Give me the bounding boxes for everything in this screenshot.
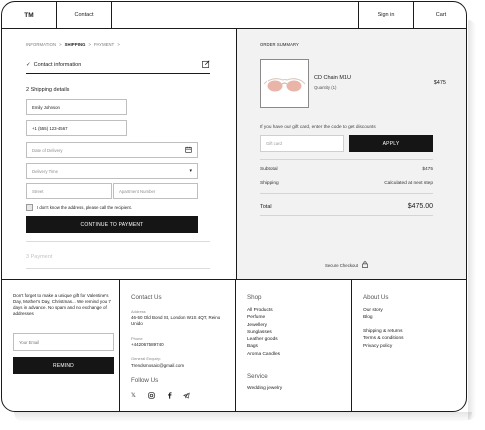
cart-link[interactable]: Cart xyxy=(413,2,466,28)
contact-info-label: Contact information xyxy=(33,62,82,68)
step-divider xyxy=(26,268,210,269)
phone-label: Phone xyxy=(131,336,143,341)
newsletter-text: Don't forget to make a unique gift for V… xyxy=(13,293,111,317)
service-title: Service xyxy=(247,373,268,380)
checkout-form: INFORMATION > SHIPPING > PAYMENT > ✓ Con… xyxy=(2,29,236,279)
shop-link-jewellery[interactable]: Jewellery xyxy=(247,323,280,330)
subtotal-row: Subtotal $475 xyxy=(260,167,433,172)
order-summary-title: ORDER SUMMARY xyxy=(260,42,299,47)
contact-title: Contact Us xyxy=(131,294,162,301)
shipping-details-title: 2 Shipping details xyxy=(26,87,70,93)
apartment-field[interactable]: Apartment Number xyxy=(113,183,198,199)
summary-divider xyxy=(260,215,433,216)
secure-checkout: Secure Checkout xyxy=(325,261,368,269)
shop-list: All Products Perfume Jewellery Sunglasse… xyxy=(247,308,280,359)
caret-down-icon: ▾ xyxy=(189,168,192,174)
gift-card-input[interactable]: Gift card xyxy=(260,135,344,152)
sign-in-link[interactable]: Sign in xyxy=(358,2,413,28)
follow-title: Follow Us xyxy=(131,377,159,384)
service-list: Wedding jewelry xyxy=(247,386,282,393)
product-price: $475 xyxy=(433,80,446,86)
shipping-row: Shipping Calculated at next step xyxy=(260,181,433,186)
about-title: About Us xyxy=(363,294,389,301)
x-icon[interactable]: 𝕏 xyxy=(131,392,136,399)
enquiry-email[interactable]: Trendsmosaic@gmail.com xyxy=(131,363,184,368)
instagram-icon[interactable] xyxy=(148,392,155,401)
summary-divider xyxy=(260,193,433,194)
header-spacer xyxy=(112,2,358,28)
logo[interactable]: TM xyxy=(2,2,57,28)
delivery-time-placeholder: Delivery Time xyxy=(32,168,59,174)
phone-field[interactable]: +1 (555) 123-4567 xyxy=(26,120,127,136)
shop-link-aroma-candles[interactable]: Aroma Candles xyxy=(247,352,280,359)
breadcrumb: INFORMATION > SHIPPING > PAYMENT > xyxy=(26,42,120,47)
contact-info-step[interactable]: ✓ Contact information xyxy=(26,57,210,74)
remind-button[interactable]: REMIND xyxy=(13,357,114,374)
about-link-blog[interactable]: Blog xyxy=(363,315,383,322)
apply-button[interactable]: APPLY xyxy=(349,135,433,152)
name-field[interactable]: Emily Johnson xyxy=(26,99,127,115)
breadcrumb-separator: > xyxy=(59,42,62,47)
about-link-terms[interactable]: Terms & conditions xyxy=(363,336,404,343)
unknown-address-checkbox[interactable] xyxy=(26,204,33,211)
newsletter-column: Don't forget to make a unique gift for V… xyxy=(2,280,119,411)
unknown-address-label: I don't know the address, please call th… xyxy=(37,205,132,210)
about-column: About Us Our story Blog Shipping & retur… xyxy=(351,280,466,411)
summary-divider xyxy=(260,159,433,160)
site-footer: Don't forget to make a unique gift for V… xyxy=(2,279,466,411)
shop-column: Shop All Products Perfume Jewellery Sung… xyxy=(235,280,351,411)
checkmark-icon: ✓ xyxy=(26,62,31,68)
about-link-privacy[interactable]: Privacy policy xyxy=(363,344,404,351)
site-header: TM Contact Sign in Cart xyxy=(2,2,466,29)
step-divider xyxy=(26,241,210,242)
breadcrumb-separator: > xyxy=(117,42,120,47)
shipping-value: Calculated at next step xyxy=(384,181,433,186)
facebook-icon[interactable] xyxy=(166,392,173,401)
total-row: Total $475.00 xyxy=(260,203,433,210)
contact-column: Contact Us Address 46-50 Old Bond St, Lo… xyxy=(119,280,235,411)
calendar-icon[interactable] xyxy=(185,146,192,155)
address-label: Address xyxy=(131,309,146,314)
telegram-icon[interactable] xyxy=(182,392,190,401)
shop-title: Shop xyxy=(247,294,262,301)
about-list: Our story Blog xyxy=(363,308,383,323)
street-field[interactable]: Street xyxy=(26,183,112,199)
newsletter-email-input[interactable]: Your Email xyxy=(13,333,114,351)
total-value: $475.00 xyxy=(407,203,433,210)
browser-frame: TM Contact Sign in Cart INFORMATION > SH… xyxy=(1,1,467,412)
pencil-square-icon[interactable] xyxy=(202,60,210,70)
breadcrumb-separator: > xyxy=(88,42,92,47)
delivery-date-placeholder: Date of Delivery xyxy=(32,147,63,153)
delivery-date-field[interactable]: Date of Delivery xyxy=(26,142,198,158)
address-value: 46-50 Old Bond St, London W1S 4QT, Reino… xyxy=(131,315,221,327)
lock-icon xyxy=(362,261,368,269)
payment-step[interactable]: 3 Payment xyxy=(26,254,52,260)
phone-value[interactable]: +442067589740 xyxy=(131,342,164,347)
order-summary: ORDER SUMMARY CD Chain M1U Quantity (1) … xyxy=(236,29,466,279)
breadcrumb-payment[interactable]: PAYMENT xyxy=(94,42,114,47)
total-label: Total xyxy=(260,203,272,210)
delivery-time-select[interactable]: Delivery Time ▾ xyxy=(26,163,198,179)
subtotal-label: Subtotal xyxy=(260,167,278,172)
continue-to-payment-button[interactable]: CONTINUE TO PAYMENT xyxy=(26,216,198,233)
shop-link-bags[interactable]: Bags xyxy=(247,344,280,351)
shop-link-perfume[interactable]: Perfume xyxy=(247,315,280,322)
service-link-wedding-jewelry[interactable]: Wedding jewelry xyxy=(247,386,282,393)
product-image xyxy=(260,59,309,108)
nav-contact[interactable]: Contact xyxy=(57,2,112,28)
unknown-address-option[interactable]: I don't know the address, please call th… xyxy=(26,204,132,211)
breadcrumb-shipping[interactable]: SHIPPING xyxy=(65,42,86,47)
breadcrumb-information[interactable]: INFORMATION xyxy=(26,42,56,47)
product-name[interactable]: CD Chain M1U xyxy=(314,75,351,81)
product-quantity: Quantity (1) xyxy=(314,85,337,90)
subtotal-value: $475 xyxy=(422,167,433,172)
gift-card-hint: If you have our gift card, enter the cod… xyxy=(260,124,376,129)
enquiry-label: General Enquiry: xyxy=(131,356,162,361)
secure-checkout-label: Secure Checkout xyxy=(325,262,358,268)
shipping-label: Shipping xyxy=(260,181,279,186)
policy-list: Shipping & returns Terms & conditions Pr… xyxy=(363,329,404,351)
